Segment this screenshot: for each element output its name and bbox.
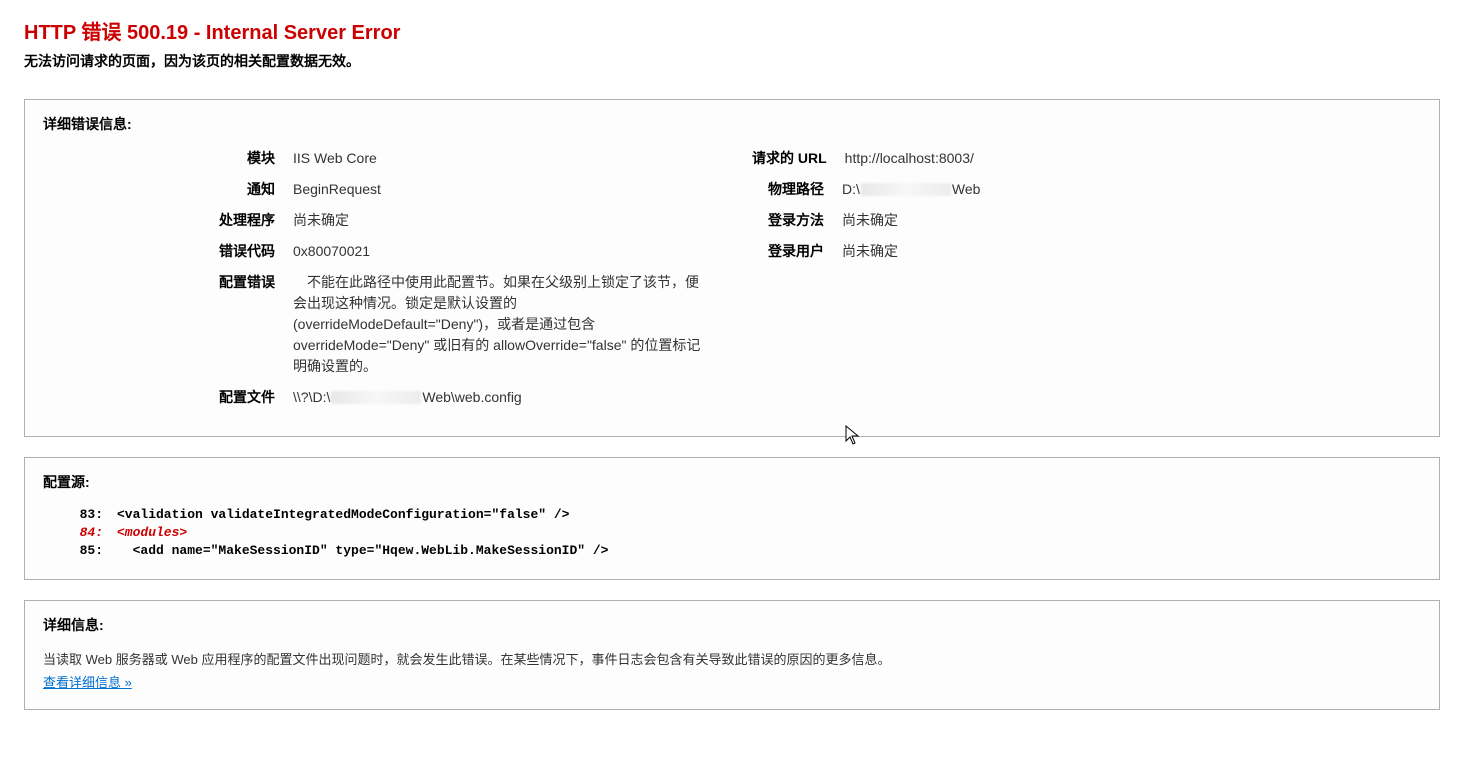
line-code: <modules>: [117, 524, 187, 542]
handler-label: 处理程序: [43, 210, 293, 230]
more-info-text: 当读取 Web 服务器或 Web 应用程序的配置文件出现问题时，就会发生此错误。…: [43, 649, 1421, 668]
line-code: <validation validateIntegratedModeConfig…: [117, 506, 569, 524]
details-panel: 详细错误信息: 模块 IIS Web Core 通知 BeginRequest …: [24, 99, 1440, 437]
logon-user-label: 登录用户: [752, 241, 842, 261]
config-file-prefix: \\?\D:\: [293, 389, 330, 405]
physical-path-row: 物理路径 D:\ Web: [752, 179, 1421, 200]
config-line-error: 84:<modules>: [43, 524, 1421, 542]
physical-path-prefix: D:\: [842, 181, 860, 197]
error-subtitle: 无法访问请求的页面，因为该页的相关配置数据无效。: [24, 51, 1440, 71]
notification-value: BeginRequest: [293, 179, 712, 200]
line-number: 83:: [43, 506, 117, 524]
logon-method-row: 登录方法 尚未确定: [752, 210, 1421, 231]
config-source-code: 83:<validation validateIntegratedModeCon…: [43, 506, 1421, 561]
error-code-label: 错误代码: [43, 241, 293, 261]
notification-label: 通知: [43, 179, 293, 199]
details-right-column: 请求的 URL http://localhost:8003/ 物理路径 D:\ W…: [752, 148, 1421, 272]
redacted-segment: [331, 391, 421, 404]
more-info-panel: 详细信息: 当读取 Web 服务器或 Web 应用程序的配置文件出现问题时，就会…: [24, 600, 1440, 710]
page-title: HTTP 错误 500.19 - Internal Server Error: [24, 16, 1440, 45]
details-left-column: 模块 IIS Web Core 通知 BeginRequest 处理程序 尚未确…: [43, 148, 712, 418]
handler-row: 处理程序 尚未确定: [43, 210, 712, 231]
more-info-heading: 详细信息:: [43, 615, 1421, 635]
config-source-heading: 配置源:: [43, 472, 1421, 492]
requested-url-label: 请求的 URL: [752, 148, 845, 168]
requested-url-value: http://localhost:8003/: [845, 148, 1421, 169]
config-file-row: 配置文件 \\?\D:\ Web\web.config: [43, 387, 712, 408]
requested-url-row: 请求的 URL http://localhost:8003/: [752, 148, 1421, 169]
config-error-row: 配置错误 不能在此路径中使用此配置节。如果在父级别上锁定了该节，便会出现这种情况…: [43, 272, 712, 377]
config-line: 83:<validation validateIntegratedModeCon…: [43, 506, 1421, 524]
config-source-panel: 配置源: 83:<validation validateIntegratedMo…: [24, 457, 1440, 580]
config-file-value: \\?\D:\ Web\web.config: [293, 387, 712, 408]
handler-value: 尚未确定: [293, 210, 712, 231]
error-code-row: 错误代码 0x80070021: [43, 241, 712, 262]
module-value: IIS Web Core: [293, 148, 712, 169]
config-line: 85: <add name="MakeSessionID" type="Hqew…: [43, 542, 1421, 560]
module-row: 模块 IIS Web Core: [43, 148, 712, 169]
line-number: 84:: [43, 524, 117, 542]
config-file-suffix: Web\web.config: [422, 389, 521, 405]
redacted-segment: [861, 183, 951, 196]
notification-row: 通知 BeginRequest: [43, 179, 712, 200]
logon-user-row: 登录用户 尚未确定: [752, 241, 1421, 262]
logon-method-value: 尚未确定: [842, 210, 1421, 231]
config-error-value: 不能在此路径中使用此配置节。如果在父级别上锁定了该节，便会出现这种情况。锁定是默…: [293, 272, 712, 377]
module-label: 模块: [43, 148, 293, 168]
config-error-label: 配置错误: [43, 272, 293, 292]
physical-path-value: D:\ Web: [842, 179, 1421, 200]
line-number: 85:: [43, 542, 117, 560]
line-code: <add name="MakeSessionID" type="Hqew.Web…: [117, 542, 608, 560]
view-details-link[interactable]: 查看详细信息 »: [43, 675, 132, 690]
logon-method-label: 登录方法: [752, 210, 842, 230]
logon-user-value: 尚未确定: [842, 241, 1421, 262]
physical-path-label: 物理路径: [752, 179, 842, 199]
config-file-label: 配置文件: [43, 387, 293, 407]
physical-path-suffix: Web: [952, 181, 981, 197]
error-code-value: 0x80070021: [293, 241, 712, 262]
details-heading: 详细错误信息:: [43, 114, 1421, 134]
